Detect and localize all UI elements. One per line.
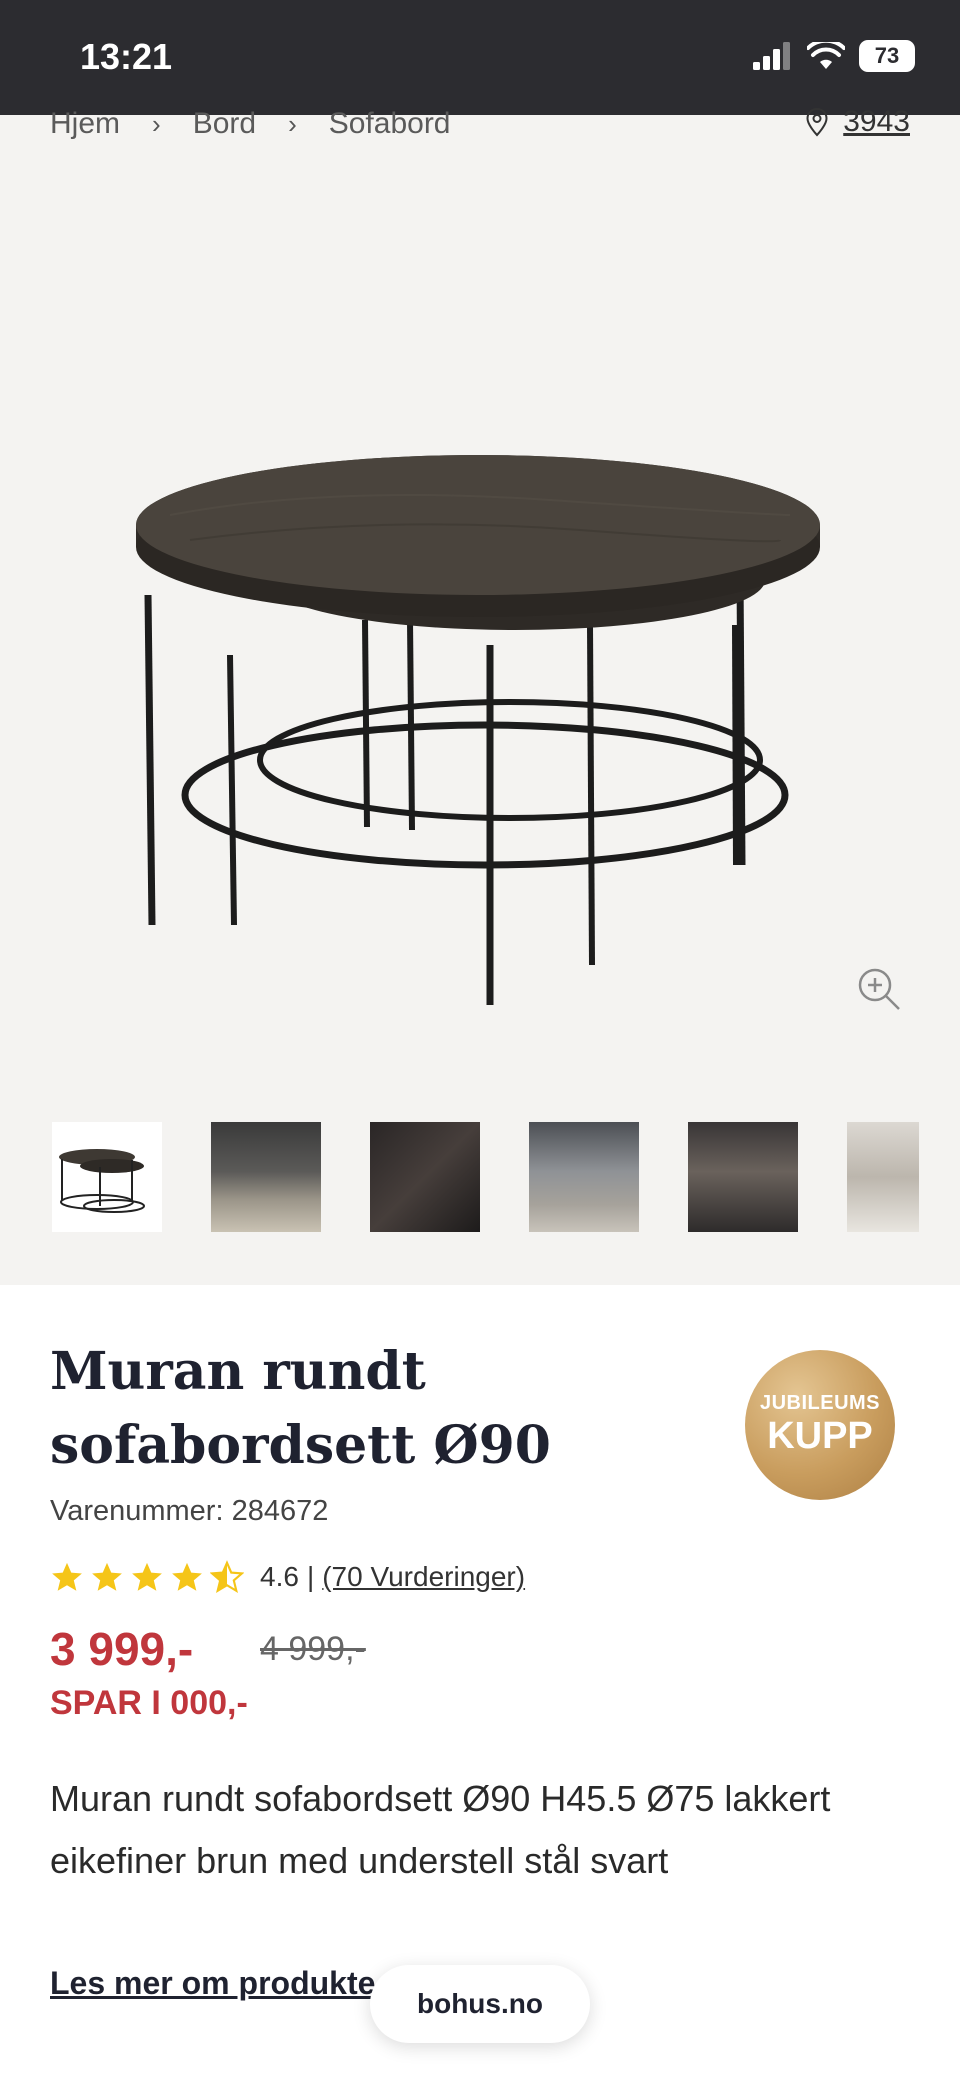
star-full-icon [92, 1562, 122, 1591]
star-half-icon [210, 1560, 244, 1593]
product-description: Muran rundt sofabordsett Ø90 H45.5 Ø75 l… [50, 1778, 831, 1881]
product-rating[interactable]: 4.6 | (70 Vurderinger) [50, 1560, 525, 1594]
thumbnail-4[interactable] [527, 1120, 641, 1234]
product-gallery: Hjem › Bord › Sofabord 3943 [0, 105, 960, 1285]
status-bar: 13:21 73 [0, 0, 960, 115]
thumbnail-1[interactable] [50, 1120, 164, 1234]
breadcrumb-home[interactable]: Hjem [50, 107, 120, 141]
badge-line1: JUBILEUMS [759, 1392, 881, 1414]
thumbnail-6[interactable] [845, 1120, 921, 1234]
store-location[interactable]: 3943 [805, 105, 910, 139]
wifi-icon [807, 42, 845, 69]
zoom-in-icon[interactable] [855, 965, 903, 1013]
status-time: 13:21 [80, 36, 173, 77]
location-code[interactable]: 3943 [843, 105, 910, 139]
breadcrumb-sofabord[interactable]: Sofabord [329, 107, 451, 141]
thumbnail-5[interactable] [686, 1120, 800, 1234]
rating-count-link[interactable]: (70 Vurderinger) [322, 1561, 525, 1593]
rating-stars [50, 1560, 244, 1594]
status-icons: 73 [753, 40, 915, 72]
location-pin-icon [806, 107, 828, 137]
signal-icon [753, 42, 790, 70]
rating-separator: | [306, 1561, 315, 1592]
breadcrumb-bord[interactable]: Bord [193, 107, 256, 141]
product-title: Muran rundt sofabordsett Ø90 [50, 1341, 551, 1476]
product-sku: Varenummer: 284672 [50, 1495, 329, 1527]
badge-line2: KUPP [767, 1415, 873, 1457]
thumbnail-strip [50, 1120, 921, 1234]
read-more-link[interactable]: Les mer om produkte [50, 1965, 375, 2002]
breadcrumb: Hjem › Bord › Sofabord [50, 107, 451, 141]
thumbnail-3[interactable] [368, 1120, 482, 1234]
battery-icon: 73 [859, 40, 915, 72]
thumbnail-2[interactable] [209, 1120, 323, 1234]
star-full-icon [52, 1562, 82, 1591]
jubileums-kupp-badge: JUBILEUMS KUPP [745, 1350, 895, 1500]
savings-label: SPAR I 000,- [50, 1684, 248, 1722]
chevron-right-icon: › [152, 108, 161, 139]
star-full-icon [172, 1562, 202, 1591]
chevron-right-icon: › [288, 108, 297, 139]
product-image[interactable] [130, 365, 830, 1025]
current-price: 3 999,- [50, 1623, 194, 1675]
browser-url-pill[interactable]: bohus.no [370, 1965, 590, 2043]
rating-value: 4.6 [260, 1561, 299, 1592]
star-full-icon [132, 1562, 162, 1591]
old-price: 4 999,- [260, 1630, 366, 1668]
